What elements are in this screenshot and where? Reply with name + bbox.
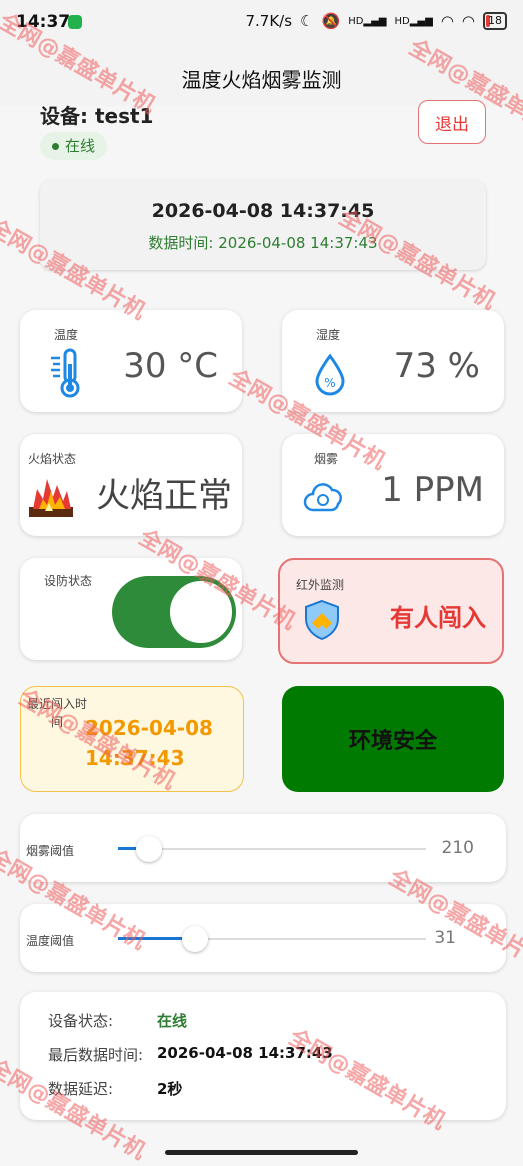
status-dot-icon: [52, 142, 59, 150]
cloud-icon: [302, 476, 346, 520]
page-title: 温度火焰烟雾监测: [181, 68, 342, 92]
summary-status-value: 在线: [157, 1012, 188, 1030]
last-intrusion-value: 2026-04-08 14:37:43: [85, 713, 213, 773]
humidity-label: 湿度: [316, 328, 341, 342]
app-notification-icon: [68, 15, 82, 29]
summary-delay-value: 2秒: [157, 1080, 183, 1098]
flame-value: 火焰正常: [96, 476, 232, 516]
infrared-card: 红外监测 有人闯入: [278, 558, 504, 664]
temp-threshold-card: 温度阈值 31: [20, 904, 506, 972]
app-bar: 温度火焰烟雾监测: [0, 50, 523, 106]
smoke-threshold-thumb[interactable]: [136, 836, 162, 862]
svg-text:%: %: [324, 376, 335, 390]
temp-threshold-slider[interactable]: [118, 926, 426, 952]
mute-icon: 🔕: [321, 12, 341, 30]
flame-icon: [26, 470, 76, 520]
infrared-value: 有人闯入: [390, 604, 486, 632]
smoke-threshold-value: 210: [441, 838, 474, 858]
smoke-threshold-card: 烟雾阈值 210: [20, 814, 506, 882]
temperature-card: 温度 30 °C: [20, 310, 242, 412]
smoke-value: 1 PPM: [381, 470, 484, 510]
last-intrusion-time: 14:37:43: [85, 746, 185, 770]
flame-card: 火焰状态 火焰正常: [20, 434, 242, 536]
logout-button[interactable]: 退出: [418, 100, 486, 144]
online-badge: 在线: [40, 132, 108, 160]
online-badge-label: 在线: [65, 137, 96, 155]
humidity-card: 湿度 % 73 %: [282, 310, 504, 412]
summary-delay-label: 数据延迟:: [48, 1080, 114, 1098]
home-indicator[interactable]: [165, 1150, 358, 1155]
device-name: 设备: test1: [40, 104, 154, 128]
environment-status-card: 环境安全: [282, 686, 504, 792]
summary-last-value: 2026-04-08 14:37:43: [157, 1044, 333, 1062]
summary-status-label: 设备状态:: [48, 1012, 114, 1030]
status-time: 14:37: [16, 12, 71, 32]
water-drop-icon: %: [310, 350, 350, 400]
time-card: 2026-04-08 14:37:45 数据时间: 2026-04-08 14:…: [40, 180, 486, 270]
armed-label: 设防状态: [44, 574, 93, 588]
summary-last-label: 最后数据时间:: [48, 1046, 144, 1064]
temp-threshold-thumb[interactable]: [182, 926, 208, 952]
smoke-label: 烟雾: [314, 452, 339, 466]
flame-label: 火焰状态: [28, 452, 77, 466]
temperature-value: 30 °C: [123, 346, 218, 386]
current-time: 2026-04-08 14:37:45: [151, 200, 375, 222]
temp-threshold-value: 31: [434, 928, 456, 948]
network-speed: 7.7K/s: [245, 12, 293, 30]
armed-toggle[interactable]: [112, 576, 236, 648]
moon-icon: ☾: [300, 12, 314, 30]
wifi-icon-2: ◠: [461, 12, 475, 30]
status-bar: 14:37 7.7K/s ☾ 🔕 HD▂▄▆ HD▂▄▆ ◠ ◠ 18: [0, 0, 523, 50]
shield-alert-icon: [300, 598, 344, 642]
last-intrusion-card: 最近闯入时间 2026-04-08 14:37:43: [20, 686, 244, 792]
smoke-threshold-slider[interactable]: [118, 836, 426, 862]
signal-icon-1: HD▂▄▆: [348, 15, 387, 27]
armed-card: 设防状态: [20, 558, 242, 660]
environment-status: 环境安全: [348, 729, 437, 754]
last-intrusion-label: 最近闯入时间: [27, 697, 88, 729]
smoke-threshold-label: 烟雾阈值: [26, 844, 75, 858]
wifi-icon: ◠: [440, 12, 454, 30]
temp-threshold-label: 温度阈值: [26, 934, 75, 948]
battery-icon: 18: [483, 12, 507, 30]
status-right: 7.7K/s ☾ 🔕 HD▂▄▆ HD▂▄▆ ◠ ◠ 18: [245, 12, 507, 30]
last-intrusion-date: 2026-04-08: [85, 716, 213, 740]
infrared-label: 红外监测: [296, 578, 345, 592]
smoke-card: 烟雾 1 PPM: [282, 434, 504, 536]
thermometer-icon: [46, 348, 86, 398]
summary-card: 设备状态: 在线 最后数据时间: 2026-04-08 14:37:43 数据延…: [20, 992, 506, 1120]
temperature-label: 温度: [54, 328, 79, 342]
humidity-value: 73 %: [393, 346, 480, 386]
signal-icon-2: HD▂▄▆: [394, 15, 433, 27]
toggle-knob: [168, 579, 234, 645]
data-time: 数据时间: 2026-04-08 14:37:43: [148, 234, 378, 252]
